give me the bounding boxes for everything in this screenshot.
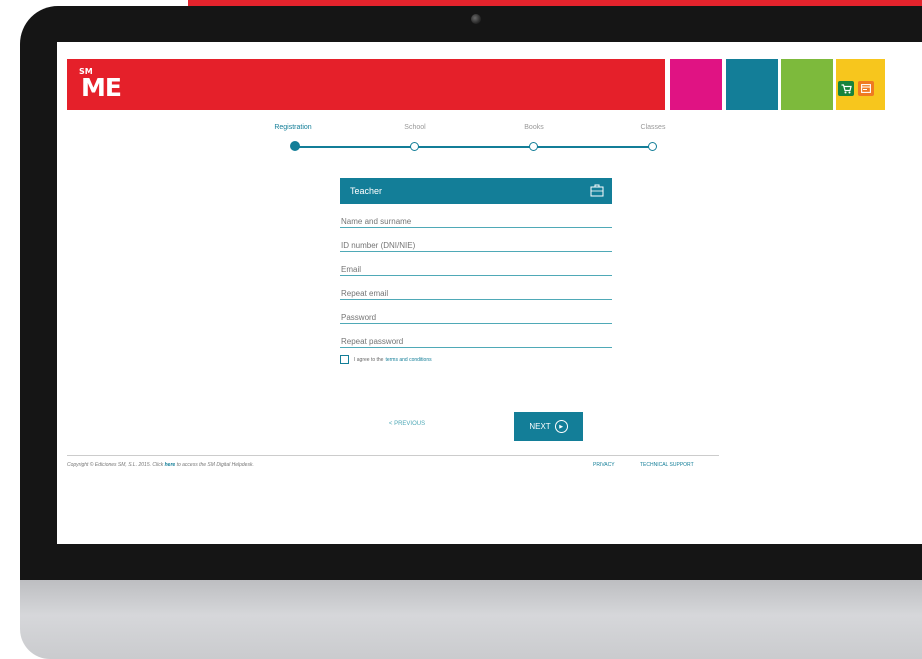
password-input[interactable]	[341, 313, 612, 322]
previous-button[interactable]: < PREVIOUS	[367, 421, 447, 427]
privacy-link[interactable]: PRIVACY	[593, 462, 615, 468]
stepper-line	[294, 146, 652, 148]
email-input[interactable]	[341, 265, 612, 274]
repeat-email-field[interactable]	[340, 282, 612, 300]
step-dot-classes[interactable]	[648, 142, 657, 151]
footer-copyright: Copyright © Ediciones SM, S.L. 2015. Cli…	[67, 462, 254, 468]
email-field[interactable]	[340, 258, 612, 276]
step-label-classes[interactable]: Classes	[613, 124, 693, 131]
repeat-password-field[interactable]	[340, 330, 612, 348]
play-circle-icon: ▶	[554, 420, 568, 433]
copyright-text-post: to access the SM Digital Helpdesk.	[176, 462, 254, 468]
header-tile-pink[interactable]	[670, 59, 722, 110]
step-dot-registration[interactable]	[290, 141, 300, 151]
terms-link[interactable]: terms and conditions	[385, 357, 431, 363]
next-button-label: NEXT	[529, 422, 551, 431]
next-button[interactable]: NEXT ▶	[514, 412, 583, 441]
header-tile-blue[interactable]	[726, 59, 778, 110]
form-title: Teacher	[350, 186, 383, 196]
name-surname-input[interactable]	[341, 217, 612, 226]
technical-support-link[interactable]: TECHNICAL SUPPORT	[640, 462, 694, 468]
id-number-input[interactable]	[341, 241, 612, 250]
step-dot-school[interactable]	[410, 142, 419, 151]
header-brand-bar: SM ME	[67, 59, 665, 110]
terms-row: I agree to the terms and conditions	[340, 355, 612, 364]
password-field[interactable]	[340, 306, 612, 324]
id-number-field[interactable]	[340, 234, 612, 252]
footer-divider	[67, 455, 719, 456]
monitor-screen: SM ME Registration School Books Classes …	[57, 42, 922, 544]
terms-text: I agree to the	[354, 356, 384, 363]
repeat-password-input[interactable]	[341, 337, 612, 346]
logo-text: ME	[81, 73, 122, 102]
registration-stepper: Registration School Books Classes	[57, 122, 922, 152]
helpdesk-link[interactable]: here	[165, 462, 176, 468]
webcam-icon	[471, 14, 481, 24]
cart-icon[interactable]	[838, 81, 854, 96]
monitor-chin	[20, 580, 922, 659]
terms-checkbox[interactable]	[340, 355, 349, 364]
repeat-email-input[interactable]	[341, 289, 612, 298]
step-label-registration[interactable]: Registration	[253, 124, 333, 131]
step-label-books[interactable]: Books	[494, 124, 574, 131]
copyright-text-pre: Copyright © Ediciones SM, S.L. 2015. Cli…	[67, 462, 164, 468]
step-label-school[interactable]: School	[375, 124, 455, 131]
form-header: Teacher	[340, 178, 612, 204]
teacher-registration-form: Teacher I agree to the terms	[340, 178, 612, 364]
brand-logo[interactable]: SM ME	[79, 67, 122, 102]
step-dot-books[interactable]	[529, 142, 538, 151]
name-surname-field[interactable]	[340, 210, 612, 228]
site-header: SM ME	[57, 42, 922, 114]
card-icon[interactable]	[858, 81, 874, 96]
header-tile-green[interactable]	[781, 59, 833, 110]
briefcase-icon	[590, 184, 604, 197]
logo-small-text: SM	[79, 67, 93, 76]
